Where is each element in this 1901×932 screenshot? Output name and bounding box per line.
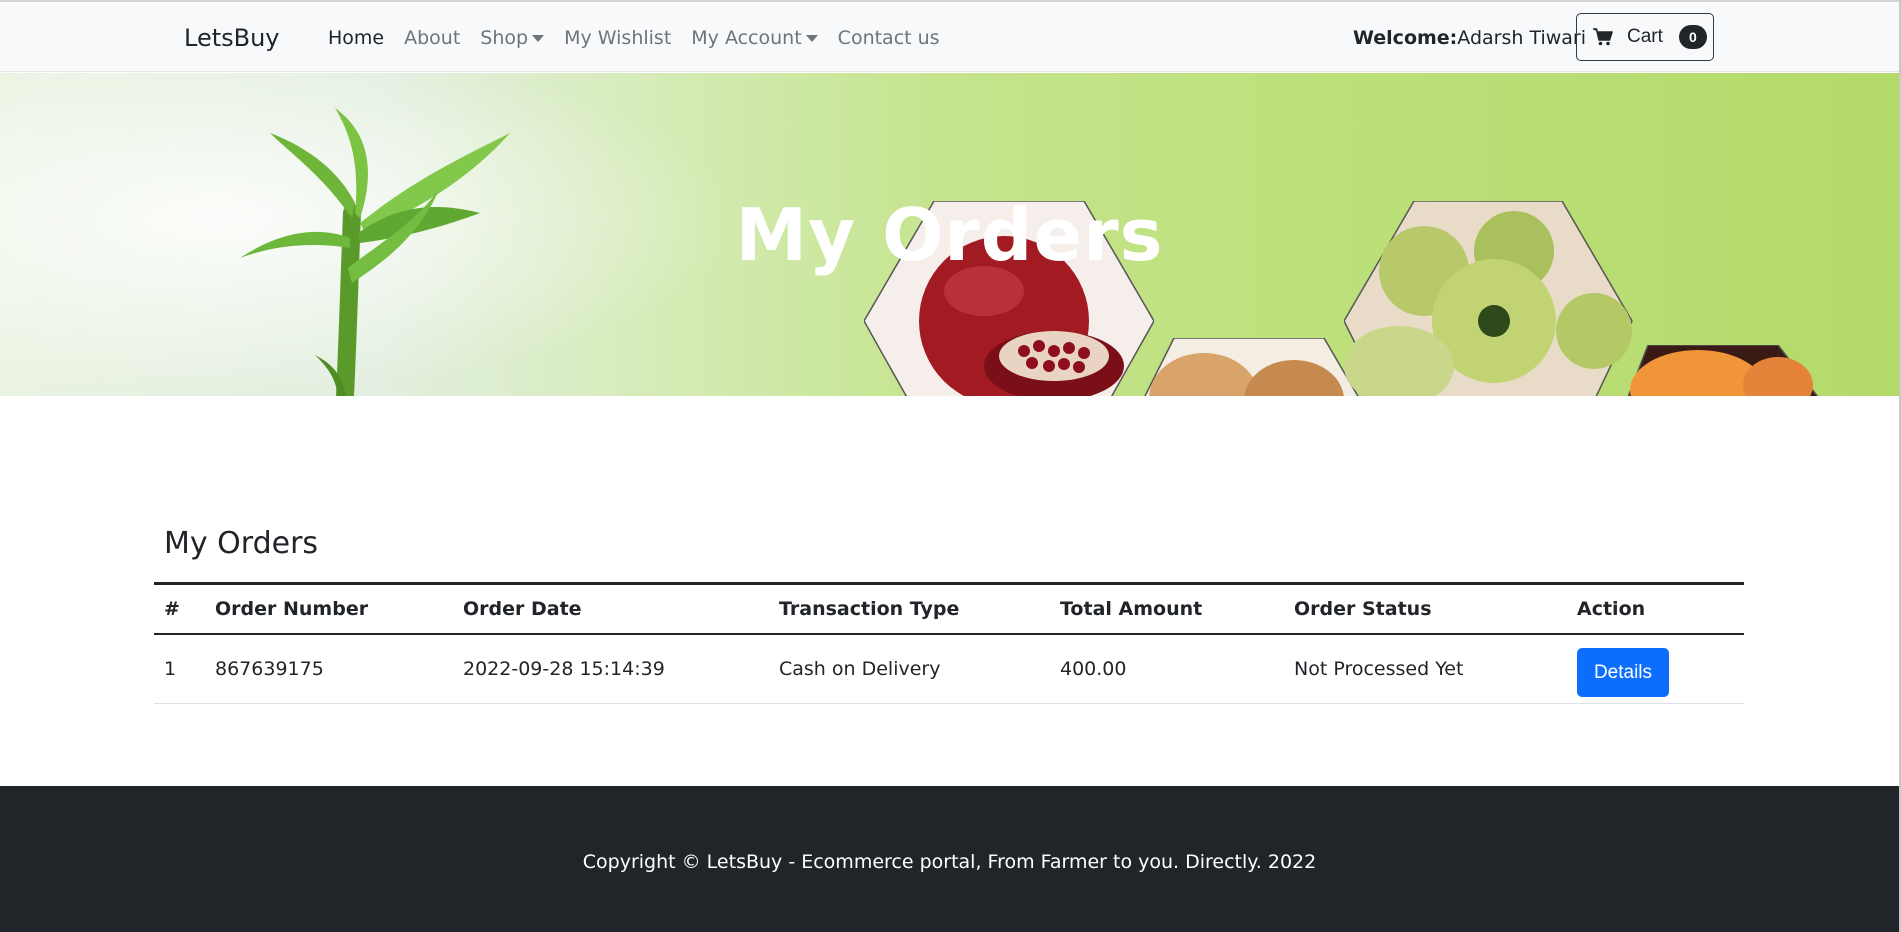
- hero-title: My Orders: [735, 193, 1164, 277]
- nav-home-label: Home: [328, 27, 385, 49]
- nav-wishlist-label: My Wishlist: [564, 27, 672, 49]
- details-button[interactable]: Details: [1577, 648, 1669, 698]
- nav-shop-label: Shop: [480, 27, 529, 49]
- col-transaction-type: Transaction Type: [779, 597, 960, 620]
- nav-shop-dropdown[interactable]: Shop: [480, 27, 545, 49]
- apricot-image: [1628, 345, 1818, 396]
- nav-about[interactable]: About: [404, 27, 460, 49]
- cell-total-amount: 400.00: [1050, 633, 1284, 704]
- nav-contact[interactable]: Contact us: [838, 27, 940, 49]
- col-index: #: [164, 597, 180, 620]
- col-action: Action: [1577, 597, 1646, 620]
- col-total-amount: Total Amount: [1060, 597, 1203, 620]
- nav-links: Home About Shop My Wishlist My Account C…: [328, 27, 940, 49]
- nav-wishlist[interactable]: My Wishlist: [564, 27, 671, 49]
- brand-logo[interactable]: LetsBuy: [184, 24, 280, 52]
- cell-order-date: 2022-09-28 15:14:39: [453, 633, 769, 704]
- cell-order-number: 867639175: [205, 633, 453, 704]
- cell-action: Details: [1567, 633, 1744, 704]
- col-order-date: Order Date: [463, 597, 582, 620]
- welcome-label: Welcome:: [1353, 27, 1458, 49]
- cart-button[interactable]: Cart 0: [1576, 13, 1714, 61]
- cell-transaction-type: Cash on Delivery: [769, 633, 1050, 704]
- welcome-text: Welcome:Adarsh Tiwari: [1353, 27, 1586, 49]
- orders-heading: My Orders: [164, 526, 319, 561]
- caret-down-icon: [532, 34, 545, 42]
- table-row: 1 867639175 2022-09-28 15:14:39 Cash on …: [154, 633, 1744, 704]
- cart-label: Cart: [1627, 26, 1663, 47]
- cell-order-status: Not Processed Yet: [1284, 633, 1567, 704]
- col-order-status: Order Status: [1294, 597, 1432, 620]
- col-order-number: Order Number: [215, 597, 369, 620]
- nav-my-account-dropdown[interactable]: My Account: [691, 27, 818, 49]
- cart-icon: [1593, 28, 1613, 46]
- orders-table: # Order Number Order Date Transaction Ty…: [154, 582, 1744, 704]
- caret-down-icon: [805, 34, 818, 42]
- hero-banner: My Orders: [0, 73, 1899, 396]
- nav-about-label: About: [404, 27, 461, 49]
- nav-my-account-label: My Account: [691, 27, 802, 49]
- footer-copyright: Copyright © LetsBuy - Ecommerce portal, …: [582, 851, 1317, 873]
- nav-contact-label: Contact us: [837, 27, 940, 49]
- peach-image: [1144, 338, 1359, 396]
- nav-home[interactable]: Home: [328, 27, 384, 49]
- cell-index: 1: [154, 633, 205, 704]
- cart-count-badge: 0: [1678, 25, 1707, 49]
- orders-table-header: # Order Number Order Date Transaction Ty…: [154, 583, 1744, 634]
- navbar: LetsBuy Home About Shop My Wishlist My A…: [0, 2, 1899, 72]
- user-name: Adarsh Tiwari: [1457, 27, 1587, 49]
- footer: Copyright © LetsBuy - Ecommerce portal, …: [0, 786, 1899, 932]
